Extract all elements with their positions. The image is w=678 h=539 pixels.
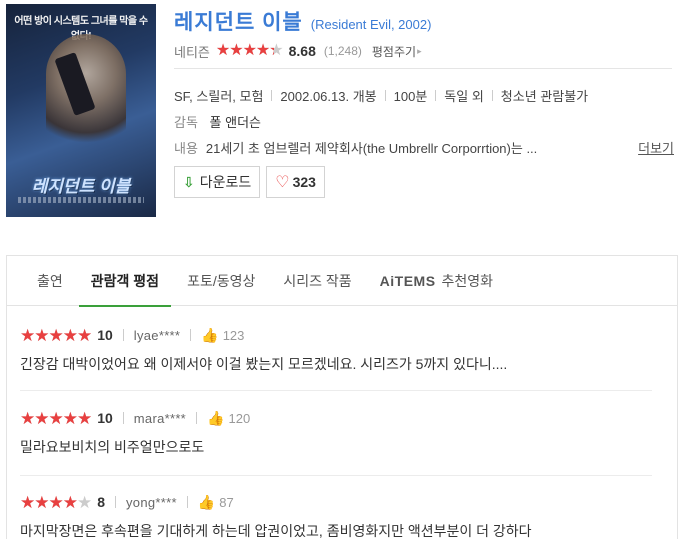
- tab-audience-rating[interactable]: 관람객 평점: [78, 256, 172, 307]
- chevron-right-icon: ▸: [417, 45, 422, 56]
- aitems-logo: AiTEMS: [379, 272, 436, 289]
- review-score: 10: [97, 327, 113, 343]
- review-score: 10: [97, 410, 113, 426]
- thumbs-up-icon: 👍: [201, 326, 219, 343]
- movie-subtitle: (Resident Evil, 2002): [310, 17, 432, 32]
- info-divider: [174, 68, 672, 69]
- movie-title[interactable]: 레지던트 이블: [174, 6, 303, 36]
- tab-audience-rating-label: 관람객 평점: [90, 272, 160, 289]
- director-link[interactable]: 폴 앤더슨: [210, 115, 261, 130]
- rating-source: 네티즌: [174, 44, 210, 60]
- country: 독일 외: [444, 89, 484, 104]
- tab-photo-video[interactable]: 포토/동영상: [175, 256, 267, 306]
- title-row: 레지던트 이블 (Resident Evil, 2002): [174, 6, 674, 34]
- rating-count: (1,248): [323, 44, 362, 58]
- review-like-count: 120: [228, 410, 251, 426]
- tab-recommended[interactable]: AiTEMS 추천영화: [368, 256, 505, 306]
- review-user[interactable]: yong****: [126, 495, 177, 510]
- poster-title: 레지던트 이블: [31, 177, 131, 196]
- tab-cast-label: 출연: [37, 272, 63, 289]
- review-item: ★★★★★ ★★★★★ 10 lyae**** 👍 123 긴장감 대박이었어요 왜…: [20, 325, 507, 374]
- like-count: 323: [292, 174, 316, 190]
- review-text: 긴장감 대박이었어요 왜 이제서야 이걸 봤는지 모르겠네요. 시리즈가 5까지…: [20, 356, 508, 372]
- more-link[interactable]: 더보기: [638, 138, 674, 157]
- age-rating: 청소년 관람불가: [500, 89, 589, 104]
- review-like-button[interactable]: 👍 120: [207, 410, 250, 427]
- tab-photo-video-label: 포토/동영상: [187, 272, 256, 289]
- review-stars: ★★★★★★★★★★: [20, 325, 92, 345]
- director-label: 감독: [174, 115, 198, 130]
- download-button[interactable]: ⇩ 다운로드: [174, 166, 261, 198]
- tab-cast[interactable]: 출연: [25, 256, 75, 306]
- download-arrow-icon: ⇩: [183, 173, 195, 190]
- genre: SF, 스릴러, 모험: [174, 89, 264, 104]
- review-item: ★★★★★★★★★★ 8 yong**** 👍87 마지막장면은 후속편을 기대…: [20, 492, 532, 539]
- desc-label: 내용: [174, 141, 198, 156]
- director-row: 감독 폴 앤더슨: [174, 112, 261, 131]
- movie-poster[interactable]: 어떤 방이 시스템도 그녀를 막을 수 없다! 레지던트 이블: [6, 4, 156, 217]
- release-date: 2002.06.13. 개봉: [280, 89, 377, 104]
- review-divider: [20, 390, 652, 391]
- review-text: 마지막장면은 후속편을 기대하게 하는데 압권이었고, 좀비영화지만 액션부분이…: [20, 523, 532, 539]
- heart-outline-icon: ♡: [275, 174, 290, 191]
- review-divider: [20, 475, 652, 476]
- review-stars: ★★★★★★★★★★: [20, 492, 92, 512]
- runtime: 100분: [393, 89, 428, 104]
- like-button[interactable]: ♡ 323: [266, 166, 325, 198]
- movie-info: 레지던트 이블 (Resident Evil, 2002) 네티즌 ★★★★★ ★…: [174, 6, 674, 60]
- tab-bar: 출연 관람객 평점 포토/동영상 시리즈 작품 AiTEMS 추천영화: [7, 256, 677, 307]
- review-item: ★★★★★ ★★★★★ 10 mara**** 👍 120 밀라요보비치의 비주얼만…: [20, 408, 250, 457]
- tab-series-label: 시리즈 작품: [283, 272, 352, 289]
- rating-stars: ★★★★★★★★★★: [215, 42, 284, 59]
- rating-row: 네티즌 ★★★★★★★★★★ 8.68 (1,248) 평점주기 ▸: [174, 42, 422, 60]
- thumbs-up-icon: 👍: [207, 409, 225, 426]
- rating-score: 8.68: [288, 43, 316, 59]
- review-user[interactable]: lyae****: [134, 328, 180, 343]
- meta-row: SF, 스릴러, 모험 2002.06.13. 개봉 100분 독일 외 청소년…: [174, 86, 588, 105]
- tab-recommended-label: 추천영화: [441, 272, 494, 289]
- review-like-count: 87: [219, 494, 234, 510]
- thumbs-up-icon: 👍: [197, 493, 216, 510]
- description-text: 21세기 초 엄브렐러 제약회사(the Umbrellr Corporrtio…: [205, 141, 538, 156]
- review-like-button[interactable]: 👍 87: [198, 494, 234, 511]
- review-stars: ★★★★★★★★★★: [20, 408, 92, 428]
- review-text: 밀라요보비치의 비주얼만으로도: [20, 439, 205, 455]
- poster-credits: [18, 197, 144, 203]
- review-like-button[interactable]: 👍 123: [201, 327, 244, 344]
- review-score: 8: [97, 494, 105, 510]
- rate-button[interactable]: 평점주기: [372, 43, 416, 60]
- action-buttons: ⇩ 다운로드 ♡ 323: [174, 166, 331, 198]
- tab-series[interactable]: 시리즈 작품: [271, 256, 363, 306]
- description-row: 내용 21세기 초 엄브렐러 제약회사(the Umbrellr Corporr…: [174, 138, 674, 157]
- review-user[interactable]: mara****: [134, 411, 186, 426]
- review-like-count: 123: [222, 327, 245, 343]
- download-label: 다운로드: [199, 174, 252, 190]
